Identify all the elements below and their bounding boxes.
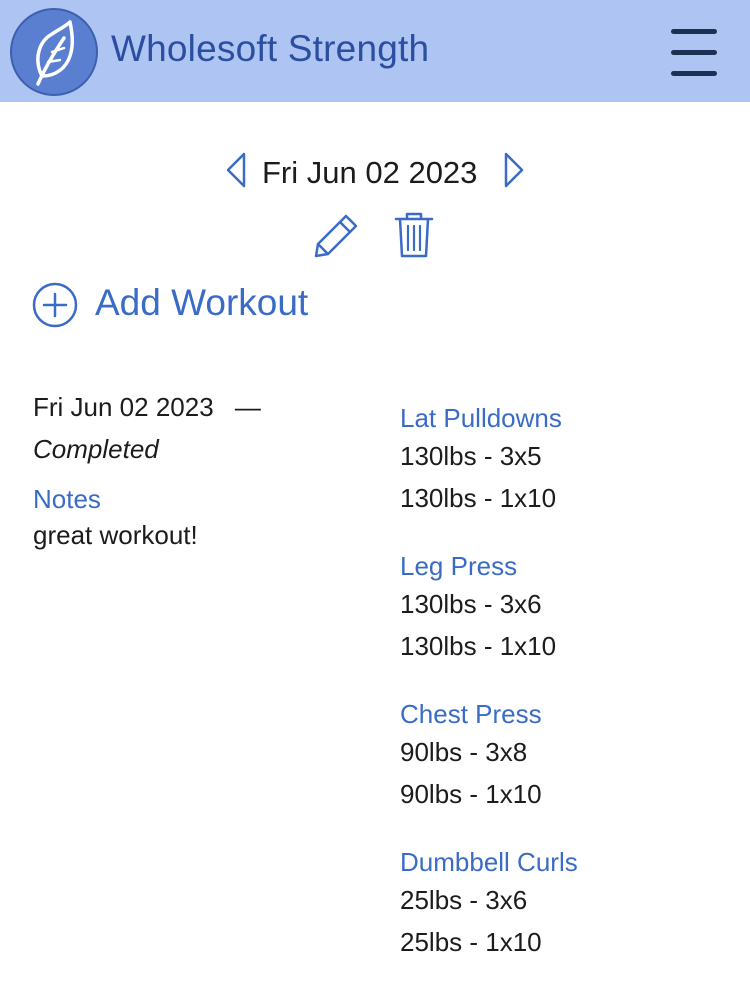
leaf-icon[interactable] [10,8,98,96]
workout-date-line: Fri Jun 02 2023 — [33,392,363,422]
exercise-set: 25lbs - 1x10 [400,927,542,957]
trash-icon[interactable] [392,210,436,265]
add-workout-button[interactable]: Add Workout [32,282,352,328]
exercise-set: 25lbs - 3x6 [400,885,528,915]
exercise-list: Lat Pulldowns 130lbs - 3x5 130lbs - 1x10… [400,403,740,995]
exercise-name[interactable]: Chest Press [400,699,740,729]
exercise-name[interactable]: Leg Press [400,551,740,581]
workout-summary: Fri Jun 02 2023 — Completed Notes great … [33,392,363,550]
workout-date: Fri Jun 02 2023 [33,392,214,422]
chevron-right-icon[interactable] [500,151,528,189]
pencil-icon[interactable] [310,210,362,265]
exercise-set: 130lbs - 3x6 [400,589,542,619]
exercise-set: 130lbs - 1x10 [400,483,557,513]
exercise-set: 90lbs - 1x10 [400,779,542,809]
current-date: Fri Jun 02 2023 [262,155,478,190]
exercise-item: Chest Press 90lbs - 3x8 90lbs - 1x10 [400,699,740,847]
exercise-item: Lat Pulldowns 130lbs - 3x5 130lbs - 1x10 [400,403,740,551]
exercise-item: Dumbbell Curls 25lbs - 3x6 25lbs - 1x10 [400,847,740,995]
exercise-set: 130lbs - 1x10 [400,631,557,661]
app-title: Wholesoft Strength [111,28,430,69]
hamburger-menu-icon[interactable] [665,27,725,83]
exercise-item: Leg Press 130lbs - 3x6 130lbs - 1x10 [400,551,740,699]
exercise-name[interactable]: Lat Pulldowns [400,403,740,433]
exercise-set: 130lbs - 3x5 [400,441,542,471]
notes-heading: Notes [33,484,101,514]
add-workout-label: Add Workout [95,282,309,323]
workout-status: Completed [33,434,159,464]
exercise-set: 90lbs - 3x8 [400,737,528,767]
date-navigator: Fri Jun 02 2023 [0,147,750,195]
exercise-name[interactable]: Dumbbell Curls [400,847,740,877]
chevron-left-icon[interactable] [222,151,250,189]
app-header: Wholesoft Strength [0,0,750,102]
date-separator: — [234,392,261,422]
notes-text: great workout! [33,520,198,550]
plus-circle-icon [32,282,78,333]
